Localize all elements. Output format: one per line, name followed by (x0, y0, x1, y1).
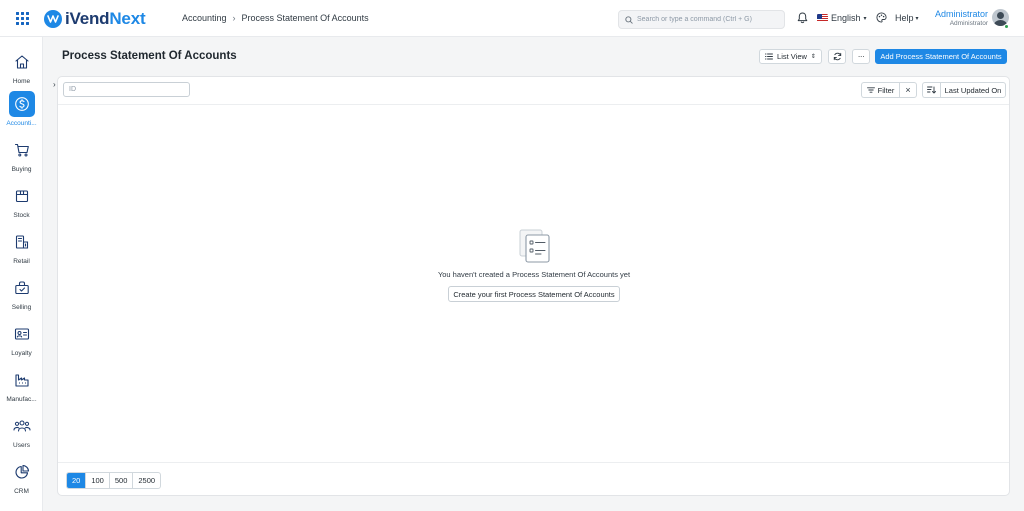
theme-palette-icon[interactable] (876, 12, 887, 25)
id-filter-input[interactable] (63, 82, 190, 97)
sidebar-item-accounting[interactable]: Accounti... (0, 91, 43, 133)
sidebar-item-users[interactable]: Users (0, 413, 43, 455)
page-size-2500-button[interactable]: 2500 (133, 473, 160, 488)
breadcrumb-item-current[interactable]: Process Statement Of Accounts (242, 13, 369, 23)
user-menu[interactable]: Administrator Administrator (930, 9, 988, 27)
refresh-icon (833, 52, 841, 61)
selling-icon (9, 275, 35, 301)
pie-chart-icon (9, 459, 35, 485)
sidebar: Home Accounti... Buying Stock Retail Sel… (0, 37, 43, 511)
notification-bell-icon[interactable] (797, 12, 808, 26)
home-icon (9, 49, 35, 75)
logo-mark-icon (44, 10, 62, 28)
sort-direction-button[interactable] (922, 82, 940, 98)
sidebar-item-manufacturing[interactable]: Manufac... (0, 367, 43, 409)
us-flag-icon (817, 14, 828, 22)
more-actions-button[interactable]: ··· (852, 49, 870, 64)
cart-icon (9, 137, 35, 163)
sort-field-button[interactable]: Last Updated On (940, 82, 1006, 98)
logo-text: iVendNext (65, 9, 146, 28)
loyalty-card-icon (9, 321, 35, 347)
sidebar-item-retail[interactable]: Retail (0, 229, 43, 271)
divider (58, 462, 1009, 463)
more-dots-icon: ··· (857, 52, 865, 61)
page-size-selector: 20 100 500 2500 (66, 472, 162, 489)
chevron-right-icon: › (232, 13, 236, 23)
app-grid-icon[interactable] (16, 12, 29, 25)
retail-icon (9, 229, 35, 255)
user-name: Administrator (934, 9, 988, 19)
list-view-selector[interactable]: List View ⇕ (759, 49, 822, 64)
search-icon (625, 15, 633, 24)
language-label: English (831, 13, 861, 23)
help-menu[interactable]: Help ▾ (895, 13, 919, 23)
box-icon (9, 183, 35, 209)
sidebar-item-label: Loyalty (11, 350, 32, 357)
page-size-20-button[interactable]: 20 (67, 473, 87, 488)
factory-icon (9, 367, 35, 393)
list-icon (765, 53, 773, 60)
sidebar-item-label: Selling (11, 304, 32, 311)
top-navbar: iVendNext Accounting › Process Statement… (0, 0, 1024, 37)
clear-filter-button[interactable]: × (899, 82, 917, 98)
sidebar-item-home[interactable]: Home (0, 49, 43, 91)
sidebar-item-label: Stock (13, 212, 30, 219)
empty-state-message: You haven't created a Process Statement … (437, 270, 631, 279)
sidebar-toggle-chevron-icon[interactable]: › (53, 80, 56, 89)
sort-arrows-icon: ⇕ (810, 54, 816, 60)
page-title: Process Statement Of Accounts (62, 50, 237, 62)
add-process-statement-button[interactable]: Add Process Statement Of Accounts (875, 49, 1007, 64)
sidebar-item-loyalty[interactable]: Loyalty (0, 321, 43, 363)
sidebar-item-buying[interactable]: Buying (0, 137, 43, 179)
list-view-label: List View (777, 52, 807, 61)
page-size-100-button[interactable]: 100 (86, 473, 110, 488)
app-logo[interactable]: iVendNext (44, 8, 146, 30)
language-selector[interactable]: English ▾ (817, 13, 867, 23)
user-role: Administrator (949, 20, 988, 27)
sidebar-item-label: Users (13, 442, 30, 449)
users-icon (9, 413, 35, 439)
refresh-button[interactable] (828, 49, 846, 64)
sidebar-item-stock[interactable]: Stock (0, 183, 43, 225)
sort-descending-icon (927, 86, 936, 94)
empty-list-icon (518, 228, 552, 266)
filter-icon (866, 87, 875, 93)
sidebar-item-label: Home (12, 78, 31, 85)
close-icon: × (905, 85, 911, 95)
breadcrumb: Accounting › Process Statement Of Accoun… (182, 13, 369, 23)
breadcrumb-item-accounting[interactable]: Accounting (182, 13, 227, 23)
sidebar-item-label: Buying (11, 166, 32, 173)
sidebar-item-label: Retail (13, 258, 30, 265)
page-size-500-button[interactable]: 500 (110, 473, 134, 488)
sidebar-item-label: Manufac... (6, 396, 37, 403)
sidebar-item-crm[interactable]: CRM (0, 459, 43, 501)
filter-label: Filter (877, 85, 895, 95)
search-input[interactable] (637, 16, 777, 23)
chevron-down-icon: ▾ (915, 15, 919, 22)
create-first-button[interactable]: Create your first Process Statement Of A… (448, 286, 620, 302)
chevron-down-icon: ▾ (863, 15, 867, 22)
filter-button[interactable]: Filter (861, 82, 899, 98)
help-label: Help (895, 13, 914, 23)
online-status-indicator (1004, 24, 1009, 29)
sidebar-item-label: Accounti... (6, 120, 37, 127)
sidebar-item-label: CRM (14, 488, 29, 495)
search-bar[interactable] (618, 10, 785, 29)
divider (58, 104, 1009, 105)
sidebar-item-selling[interactable]: Selling (0, 275, 43, 317)
dollar-icon (8, 91, 35, 117)
